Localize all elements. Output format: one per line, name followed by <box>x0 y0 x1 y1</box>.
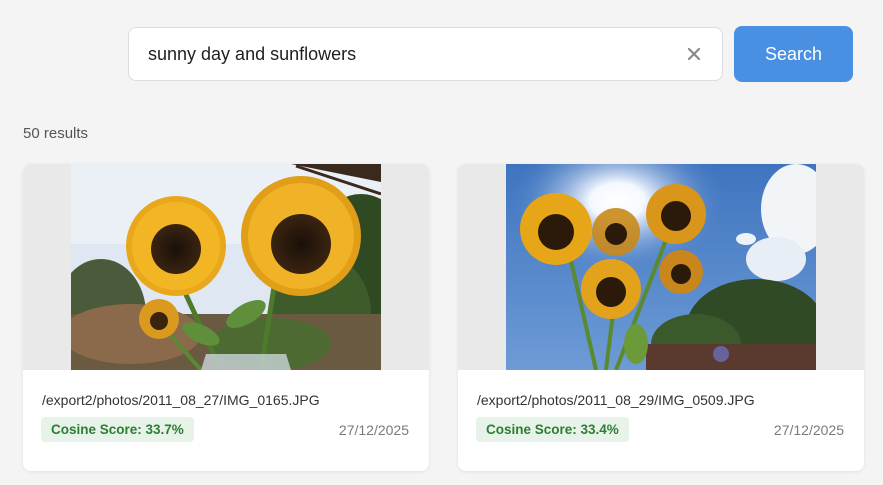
search-input[interactable] <box>148 28 668 80</box>
search-bar <box>128 27 723 81</box>
file-path: /export2/photos/2011_08_27/IMG_0165.JPG <box>42 392 320 408</box>
result-date: 27/12/2025 <box>773 422 844 438</box>
result-date: 27/12/2025 <box>338 422 409 438</box>
thumbnail-area <box>458 164 864 370</box>
close-icon[interactable] <box>683 43 705 65</box>
file-path: /export2/photos/2011_08_29/IMG_0509.JPG <box>477 392 755 408</box>
sunflowers-in-vase-photo[interactable] <box>71 164 381 370</box>
sunflowers-against-sun-photo[interactable] <box>506 164 816 370</box>
results-count: 50 results <box>23 125 89 142</box>
search-button[interactable]: Search <box>734 26 853 82</box>
result-card[interactable]: /export2/photos/2011_08_27/IMG_0165.JPG … <box>23 164 429 471</box>
cosine-score-badge: Cosine Score: 33.4% <box>476 417 629 442</box>
result-card[interactable]: /export2/photos/2011_08_29/IMG_0509.JPG … <box>458 164 864 471</box>
cosine-score-badge: Cosine Score: 33.7% <box>41 417 194 442</box>
thumbnail-area <box>23 164 429 370</box>
